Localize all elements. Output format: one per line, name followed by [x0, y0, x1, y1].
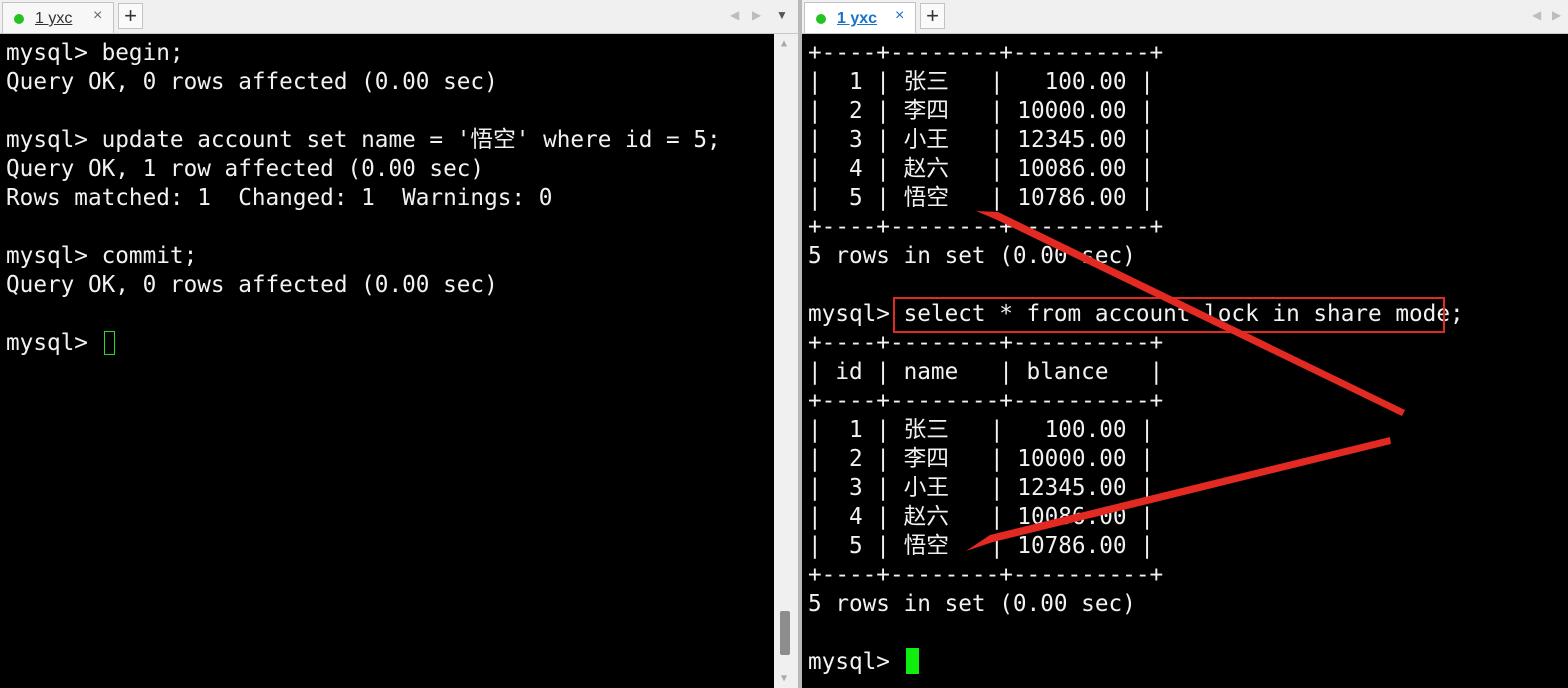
tab-list-menu-icon[interactable]: ▼ [776, 8, 788, 22]
table-border-line: +----+--------+----------+ [808, 562, 1164, 588]
right-session-tab[interactable]: 1 yxc × [804, 2, 916, 33]
select-command-line: mysql> select * from account lock in sha… [808, 301, 1464, 327]
right-tab-bar: 1 yxc × + ◀ ▶ [802, 0, 1568, 34]
table-row: | 1 | 张三 | 100.00 | [808, 69, 1154, 95]
left-terminal-output[interactable]: mysql> begin; Query OK, 0 rows affected (… [0, 34, 774, 688]
left-terminal-pane[interactable]: 1 yxc × + ◀ ▶ ▼ mysql> begin; Query OK, 0… [0, 0, 798, 688]
right-tab-close-icon[interactable]: × [895, 7, 904, 25]
table-row: | 5 | 悟空 | 10786.00 | [808, 185, 1154, 211]
terminal-line: Query OK, 1 row affected (0.00 sec) [6, 156, 485, 182]
left-tab-scroll-left-icon[interactable]: ◀ [730, 8, 739, 22]
scroll-down-icon[interactable]: ▼ [781, 673, 787, 684]
left-tab-scroll-right-icon[interactable]: ▶ [752, 8, 761, 22]
right-tab-scroll-right-icon[interactable]: ▶ [1552, 8, 1561, 22]
table-row: | 3 | 小王 | 12345.00 | [808, 127, 1154, 153]
right-terminal-output[interactable]: +----+--------+----------+ | 1 | 张三 | 100… [802, 34, 1568, 688]
left-scrollbar[interactable]: ▲ ▼ [774, 34, 798, 688]
prompt-text: mysql> [808, 649, 904, 675]
active-cursor [905, 648, 919, 674]
left-tab-title[interactable]: 1 yxc [35, 10, 72, 28]
result-summary: 5 rows in set (0.00 sec) [808, 591, 1136, 617]
terminal-line: Query OK, 0 rows affected (0.00 sec) [6, 69, 498, 95]
terminal-prompt-line[interactable]: mysql> [808, 648, 1464, 677]
left-tab-close-icon[interactable]: × [93, 7, 102, 25]
terminal-line: mysql> commit; [6, 243, 198, 269]
prompt-text: mysql> [6, 330, 102, 356]
left-tab-bar: 1 yxc × + ◀ ▶ ▼ [0, 0, 798, 34]
right-terminal-pane[interactable]: 1 yxc × + ◀ ▶ +----+--------+----------+… [802, 0, 1568, 688]
table-border-line: +----+--------+----------+ [808, 330, 1164, 356]
table-row: | 2 | 李四 | 10000.00 | [808, 446, 1154, 472]
terminal-line: mysql> update account set name = '悟空' wh… [6, 127, 721, 153]
scrollbar-thumb[interactable] [780, 611, 790, 655]
table-row: | 4 | 赵六 | 10086.00 | [808, 156, 1154, 182]
right-new-tab-button[interactable]: + [920, 3, 945, 29]
table-border-line: +----+--------+----------+ [808, 388, 1164, 414]
table-border-line: +----+--------+----------+ [808, 40, 1164, 66]
scroll-up-icon[interactable]: ▲ [781, 38, 787, 49]
left-session-tab[interactable]: 1 yxc × [2, 2, 114, 33]
right-tab-title[interactable]: 1 yxc [837, 10, 877, 28]
table-row: | 1 | 张三 | 100.00 | [808, 417, 1154, 443]
connected-status-icon [816, 14, 826, 24]
inactive-cursor [103, 331, 115, 355]
terminal-line: Query OK, 0 rows affected (0.00 sec) [6, 272, 498, 298]
terminal-prompt-line[interactable]: mysql> [6, 329, 721, 358]
terminal-line: mysql> begin; [6, 40, 184, 66]
right-tab-scroll-left-icon[interactable]: ◀ [1532, 8, 1541, 22]
table-row: | 2 | 李四 | 10000.00 | [808, 98, 1154, 124]
table-header-row: | id | name | blance | [808, 359, 1164, 385]
table-border-line: +----+--------+----------+ [808, 214, 1164, 240]
result-summary: 5 rows in set (0.00 sec) [808, 243, 1136, 269]
table-row: | 4 | 赵六 | 10086.00 | [808, 504, 1154, 530]
connected-status-icon [14, 14, 24, 24]
table-row: | 5 | 悟空 | 10786.00 | [808, 533, 1154, 559]
left-new-tab-button[interactable]: + [118, 3, 143, 29]
terminal-line: Rows matched: 1 Changed: 1 Warnings: 0 [6, 185, 553, 211]
table-row: | 3 | 小王 | 12345.00 | [808, 475, 1154, 501]
